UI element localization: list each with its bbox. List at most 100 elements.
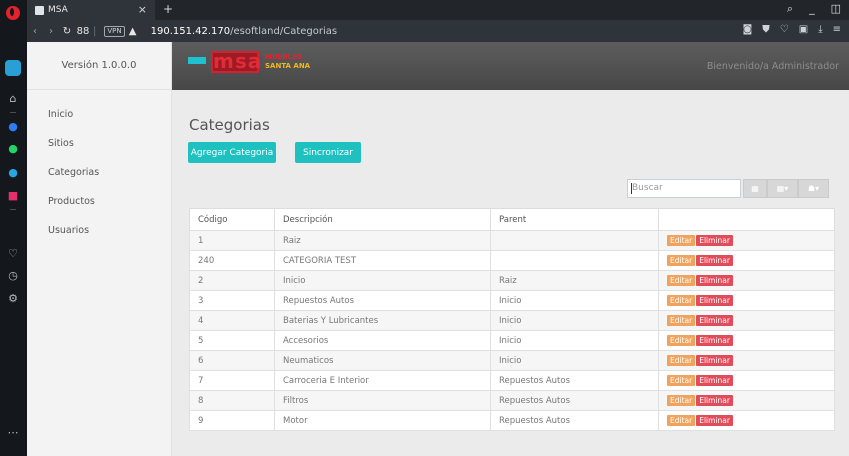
url-host: 190.151.42.170 (150, 25, 231, 37)
camera-icon[interactable]: ◙ (743, 24, 753, 35)
tab-bar: MSA × + ⌕ _ ◫ (27, 0, 849, 20)
new-tab-button[interactable]: + (163, 2, 173, 16)
table-row: 3 Repuestos Autos Inicio Editar Eliminar (189, 290, 835, 311)
whatsapp-icon[interactable]: ● (5, 140, 21, 156)
cell-parent (490, 250, 659, 271)
header-parent[interactable]: Parent (490, 208, 659, 231)
cell-codigo: 2 (189, 270, 275, 291)
sidebar-item-usuarios[interactable]: Usuarios (27, 216, 171, 245)
minimize-icon[interactable]: _ (809, 2, 815, 16)
toggle-view-button[interactable]: ▦ (743, 179, 767, 198)
edit-button[interactable]: Editar (667, 355, 696, 366)
back-icon[interactable]: ‹ (27, 26, 43, 37)
speed-dial-button[interactable]: 88 (75, 26, 91, 37)
table-row: 240 CATEGORIA TEST Editar Eliminar (189, 250, 835, 271)
logo-bar-icon (188, 57, 206, 64)
logo-subtitle-line1: MUEBLES (265, 53, 303, 61)
download-icon[interactable]: ⤓ (818, 24, 822, 35)
edit-button[interactable]: Editar (667, 395, 696, 406)
app-header: msa MUEBLES SANTA ANA Bienvenido/a Admin… (172, 42, 849, 90)
heart-icon[interactable]: ♡ (5, 245, 21, 261)
cell-codigo: 1 (189, 230, 275, 251)
sidebar-item-categorias[interactable]: Categorias (27, 158, 171, 187)
delete-button[interactable]: Eliminar (696, 395, 733, 406)
columns-icon: ▦▾ (776, 184, 789, 193)
menu-icon[interactable]: ≡ (833, 24, 841, 35)
vpn-badge[interactable]: VPN (104, 25, 125, 37)
header-codigo[interactable]: Código (189, 208, 275, 231)
cell-descripcion: Raiz (274, 230, 491, 251)
table-row: 8 Filtros Repuestos Autos Editar Eliminar (189, 390, 835, 411)
opera-logo-icon[interactable] (6, 6, 20, 20)
tab-favicon-icon (35, 5, 44, 15)
not-secure-icon[interactable]: ▲ (125, 26, 141, 37)
search-icon[interactable]: ⌕ (787, 2, 793, 16)
browser-tab[interactable]: MSA × (27, 0, 155, 20)
telegram-icon[interactable]: ● (5, 164, 21, 180)
add-category-button[interactable]: Agregar Categoria (188, 142, 276, 163)
delete-button[interactable]: Eliminar (696, 275, 733, 286)
cell-codigo: 7 (189, 370, 275, 391)
delete-button[interactable]: Eliminar (696, 315, 733, 326)
delete-button[interactable]: Eliminar (696, 335, 733, 346)
app-sidebar: Versión 1.0.0.0 Inicio Sitios Categorias… (27, 42, 172, 456)
edit-button[interactable]: Editar (667, 275, 696, 286)
delete-button[interactable]: Eliminar (696, 375, 733, 386)
header-descripcion[interactable]: Descripción (274, 208, 491, 231)
cell-descripcion: Repuestos Autos (274, 290, 491, 311)
edit-button[interactable]: Editar (667, 235, 696, 246)
edit-button[interactable]: Editar (667, 415, 696, 426)
cell-actions: Editar Eliminar (658, 310, 835, 331)
grid-icon: ▦ (751, 184, 759, 193)
sync-button[interactable]: Sincronizar (295, 142, 361, 163)
history-icon[interactable]: ◷ (5, 267, 21, 283)
edit-button[interactable]: Editar (667, 295, 696, 306)
sidebar-item-inicio[interactable]: Inicio (27, 100, 171, 129)
shield-icon[interactable]: ⛊ (762, 24, 770, 35)
cell-parent: Inicio (490, 330, 659, 351)
edit-button[interactable]: Editar (667, 255, 696, 266)
cell-descripcion: Carroceria E Interior (274, 370, 491, 391)
heart-icon[interactable]: ♡ (780, 24, 789, 35)
tab-close-icon[interactable]: × (138, 3, 147, 16)
cell-parent: Raiz (490, 270, 659, 291)
instagram-icon[interactable]: ■ (5, 187, 21, 203)
address-bar-tools: ◙ ⛊ ♡ ▣ ⤓ ≡ (743, 24, 841, 35)
table-row: 2 Inicio Raiz Editar Eliminar (189, 270, 835, 291)
logo-subtitle-line2: SANTA ANA (265, 62, 311, 70)
table-row: 5 Accesorios Inicio Editar Eliminar (189, 330, 835, 351)
edit-button[interactable]: Editar (667, 315, 696, 326)
workspace-icon[interactable] (5, 60, 21, 76)
restore-icon[interactable]: ◫ (831, 2, 841, 16)
home-icon[interactable]: ⌂ (5, 90, 21, 106)
sidebar-item-sitios[interactable]: Sitios (27, 129, 171, 158)
delete-button[interactable]: Eliminar (696, 415, 733, 426)
edit-button[interactable]: Editar (667, 375, 696, 386)
cell-parent (490, 230, 659, 251)
forward-icon[interactable]: › (43, 26, 59, 37)
categories-table: Código Descripción Parent 1 Raiz Editar Eli… (189, 208, 835, 431)
export-button[interactable]: ☗▾ (798, 179, 829, 198)
cell-parent: Repuestos Autos (490, 390, 659, 411)
delete-button[interactable]: Eliminar (696, 355, 733, 366)
user-icon: ☗▾ (807, 184, 820, 193)
more-icon[interactable]: ⋯ (5, 424, 21, 440)
cell-descripcion: Inicio (274, 270, 491, 291)
page-title: Categorias (189, 116, 270, 134)
cell-actions: Editar Eliminar (658, 410, 835, 431)
search-input[interactable]: Buscar (627, 179, 741, 198)
reload-icon[interactable]: ↻ (59, 26, 75, 37)
delete-button[interactable]: Eliminar (696, 235, 733, 246)
cell-parent: Inicio (490, 350, 659, 371)
delete-button[interactable]: Eliminar (696, 255, 733, 266)
columns-button[interactable]: ▦▾ (767, 179, 798, 198)
extensions-icon[interactable]: ▣ (799, 24, 808, 35)
edit-button[interactable]: Editar (667, 335, 696, 346)
messenger-icon[interactable]: ● (5, 118, 21, 134)
cell-actions: Editar Eliminar (658, 230, 835, 251)
sidebar-item-productos[interactable]: Productos (27, 187, 171, 216)
table-row: 1 Raiz Editar Eliminar (189, 230, 835, 251)
settings-icon[interactable]: ⚙ (5, 290, 21, 306)
url-field[interactable]: 190.151.42.170/esoftland/Categorias (151, 26, 337, 37)
delete-button[interactable]: Eliminar (696, 295, 733, 306)
